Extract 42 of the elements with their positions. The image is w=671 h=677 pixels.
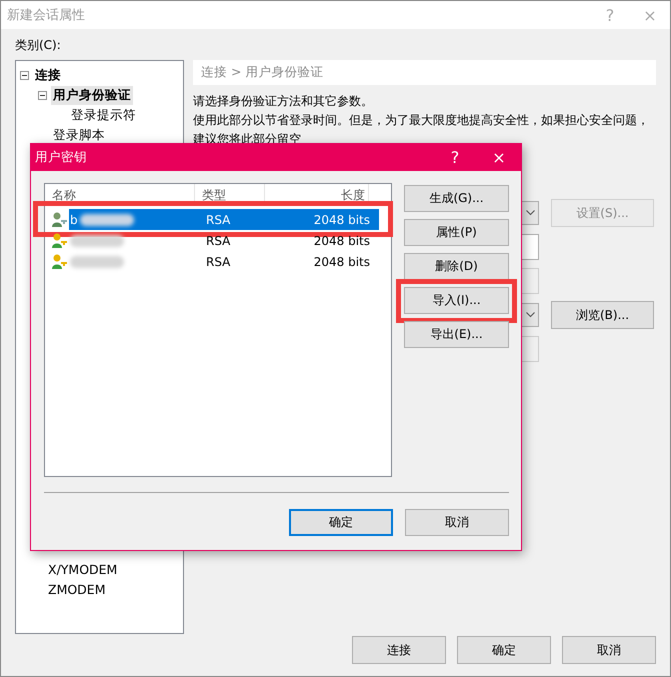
- key-type: RSA: [205, 254, 232, 268]
- tree-item[interactable]: 连接: [33, 66, 63, 84]
- user-key-icon: [51, 211, 69, 228]
- dialog-button[interactable]: 取消: [405, 509, 509, 536]
- dialog-title: 用户密钥: [35, 149, 88, 166]
- tree-item[interactable]: 登录脚本: [51, 126, 107, 144]
- chevron-down-icon: [526, 210, 535, 216]
- dialog-button[interactable]: 取消: [562, 636, 656, 664]
- key-length: 2048 bits: [312, 234, 371, 248]
- side-button[interactable]: 浏览(B)...: [551, 301, 654, 329]
- window-title: 新建会话属性: [7, 7, 86, 24]
- close-button[interactable]: ×: [477, 148, 521, 167]
- collapse-icon[interactable]: [38, 90, 47, 100]
- key-action-button[interactable]: 生成(G)...: [404, 185, 509, 212]
- key-row[interactable]: RSA 2048 bits: [69, 251, 379, 272]
- key-type: RSA: [205, 212, 232, 226]
- description-text: 请选择身份验证方法和其它参数。: [193, 94, 373, 108]
- key-name: b: [70, 212, 78, 226]
- key-action-button[interactable]: 属性(P): [404, 219, 509, 246]
- key-action-button[interactable]: 删除(D): [404, 253, 509, 280]
- dialog-button[interactable]: 连接: [352, 636, 446, 664]
- key-action-button[interactable]: 导入(I)...: [404, 287, 509, 314]
- collapse-icon[interactable]: [20, 70, 29, 80]
- breadcrumb: 连接 > 用户身份验证: [193, 60, 656, 85]
- key-length: 2048 bits: [312, 212, 371, 226]
- dialog-button[interactable]: 确定: [289, 509, 393, 536]
- category-label: 类别(C):: [15, 38, 61, 52]
- description-text: 使用此部分以节省登录时间。但是，为了最大限度地提高安全性，如果担心安全问题，: [193, 113, 649, 127]
- key-type: RSA: [205, 234, 232, 248]
- tree-item[interactable]: ZMODEM: [46, 580, 108, 598]
- key-length: 2048 bits: [312, 254, 371, 268]
- chevron-down-icon: [526, 312, 535, 318]
- tree-item[interactable]: 用户身份验证: [51, 86, 133, 104]
- key-row[interactable]: RSA 2048 bits: [69, 230, 379, 251]
- help-button[interactable]: ?: [433, 148, 477, 167]
- key-action-button[interactable]: 导出(E)...: [404, 321, 509, 348]
- tree-item[interactable]: X/YMODEM: [46, 560, 120, 578]
- user-key-icon: [51, 232, 69, 249]
- key-row[interactable]: b RSA 2048 bits: [69, 209, 379, 230]
- dialog-button[interactable]: 确定: [457, 636, 551, 664]
- tree-item[interactable]: 登录提示符: [69, 106, 138, 124]
- user-key-icon: [51, 253, 69, 270]
